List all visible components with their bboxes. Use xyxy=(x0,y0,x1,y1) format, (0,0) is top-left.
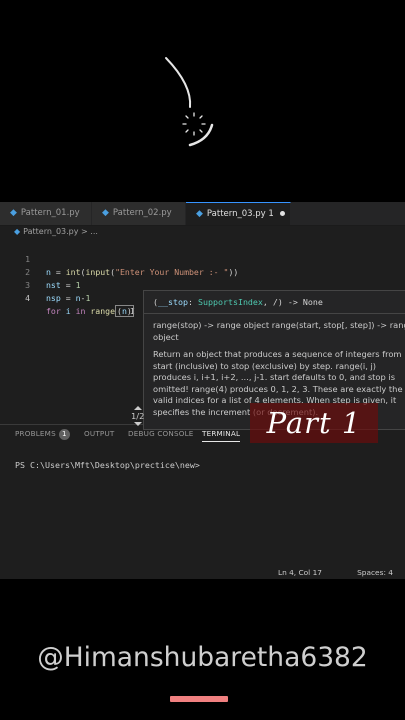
token-variable: i xyxy=(60,306,76,316)
line-number: 4 xyxy=(25,293,30,303)
overload-counter: 1/2 xyxy=(131,411,145,421)
code-line[interactable]: 2 nst = 1 xyxy=(0,253,80,290)
editor-tab-bar: ◆ Pattern_01.py ◆ Pattern_02.py ◆ Pattern_0… xyxy=(0,202,405,226)
token-string: "Enter Your Number :- " xyxy=(115,267,229,277)
code-line[interactable]: 4 for i in range (n) xyxy=(0,279,134,317)
token-function: range xyxy=(85,306,116,316)
status-bar: Ln 4, Col 17 Spaces: 4 xyxy=(0,566,405,579)
tab-problems[interactable]: PROBLEMS 1 xyxy=(15,429,70,440)
python-file-icon: ◆ xyxy=(196,209,203,219)
status-cursor-position[interactable]: Ln 4, Col 17 xyxy=(278,568,322,577)
token-number: 1 xyxy=(75,280,81,290)
signature-doc: range(stop) -> range object range(start,… xyxy=(153,320,405,342)
problems-count-badge: 1 xyxy=(58,429,70,440)
sig-rest: , /) -> None xyxy=(262,297,323,307)
sig-type: SupportsIndex xyxy=(197,297,263,307)
unsaved-dot-icon[interactable] xyxy=(279,211,285,216)
previous-overload-icon[interactable] xyxy=(133,406,142,410)
signature-line: (__stop: SupportsIndex, /) -> None xyxy=(153,297,323,307)
tab-label: Pattern_03.py 1 xyxy=(206,209,274,219)
status-indentation[interactable]: Spaces: 4 xyxy=(357,568,393,577)
token-number: 1 xyxy=(85,293,91,303)
token-function: input xyxy=(85,267,111,277)
overload-navigator[interactable]: 1/2 xyxy=(131,406,144,426)
tab-pattern-02[interactable]: ◆ Pattern_02.py xyxy=(92,202,186,225)
python-file-icon: ◆ xyxy=(10,208,17,218)
token-operator: = xyxy=(60,293,76,303)
token-function: int xyxy=(65,267,81,277)
tab-label: Pattern_02.py xyxy=(112,208,172,218)
tab-debug-console[interactable]: DEBUG CONSOLE xyxy=(128,429,194,438)
token-paren: ) xyxy=(126,306,132,316)
token-keyword: in xyxy=(75,306,86,316)
tab-pattern-03[interactable]: ◆ Pattern_03.py 1 xyxy=(186,202,291,225)
popup-divider xyxy=(144,313,405,314)
breadcrumb-separator: > xyxy=(81,227,88,236)
token-operator: = xyxy=(50,267,66,277)
breadcrumb-file[interactable]: Pattern_03.py xyxy=(23,227,78,236)
token-variable: nsp xyxy=(46,293,61,303)
python-file-icon: ◆ xyxy=(14,227,21,236)
tab-label: Pattern_01.py xyxy=(20,208,80,218)
sig-param: __stop xyxy=(158,297,188,307)
token-operator: = xyxy=(60,280,76,290)
terminal-prompt[interactable]: PS C:\Users\Mft\Desktop\precticе\new> xyxy=(15,460,200,470)
next-overload-icon[interactable] xyxy=(133,422,142,426)
home-indicator-bar[interactable] xyxy=(170,696,228,702)
tab-output[interactable]: OUTPUT xyxy=(84,429,115,438)
token-variable: nst xyxy=(46,280,61,290)
breadcrumb[interactable]: ◆ Pattern_03.py > ... xyxy=(14,227,98,236)
token-keyword: for xyxy=(46,306,61,316)
loading-spinner-icon xyxy=(165,57,214,147)
part-label-overlay: Part 1 xyxy=(250,403,378,443)
python-file-icon: ◆ xyxy=(102,208,109,218)
code-line[interactable]: 1 n = int(input("Enter Your Number :- ")… xyxy=(0,240,238,277)
tab-problems-label: PROBLEMS xyxy=(15,429,56,438)
sig-colon: : xyxy=(187,297,198,307)
tab-pattern-01[interactable]: ◆ Pattern_01.py xyxy=(0,202,92,225)
code-line[interactable]: 3 nsp = n-1 I xyxy=(0,266,135,316)
channel-handle-watermark: @Himanshubaretha6382 xyxy=(37,642,368,673)
breadcrumb-ellipsis[interactable]: ... xyxy=(90,227,98,236)
tab-terminal[interactable]: TERMINAL xyxy=(202,429,241,442)
token-paren: )) xyxy=(228,267,239,277)
